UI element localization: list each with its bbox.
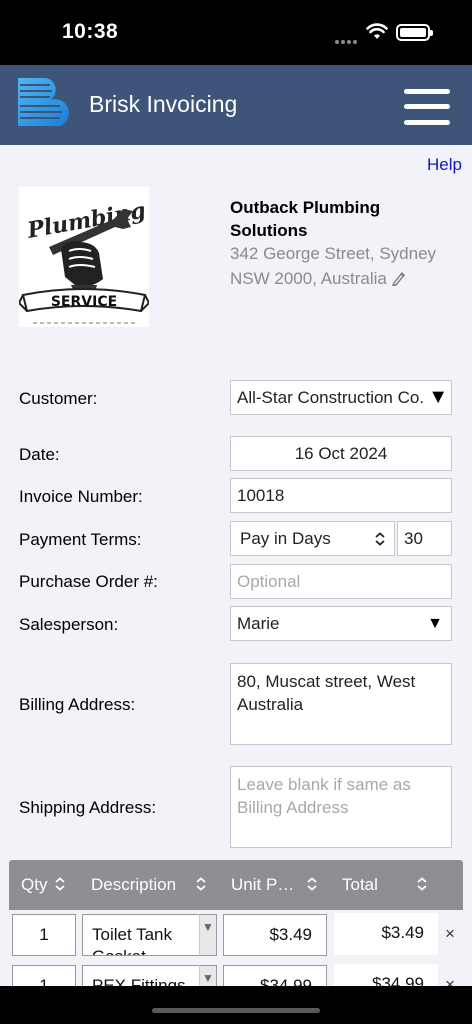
dropdown-arrow-icon: ▼ (427, 615, 443, 632)
invoice-form: Help Plumbing SERVICE Outback Plumbing S… (0, 145, 472, 986)
wifi-icon (366, 23, 388, 39)
updown-chevron-icon (375, 532, 385, 546)
salesperson-select[interactable]: Marie ▼ (230, 606, 452, 641)
date-field[interactable]: 16 Oct 2024 (230, 436, 452, 471)
app-header: Brisk Invoicing (0, 65, 472, 145)
salesperson-value: Marie (237, 614, 280, 633)
company-address-line2-wrap: NSW 2000, Australia (230, 266, 460, 291)
row1-qty-field[interactable]: 1 (12, 914, 76, 956)
column-header-unit-price[interactable]: Unit P… (231, 875, 294, 895)
payment-terms-label: Payment Terms: (19, 530, 142, 549)
purchase-order-label: Purchase Order #: (19, 572, 158, 591)
customer-label: Customer: (19, 389, 98, 408)
row2-description-dropdown-icon[interactable]: ▼ (199, 965, 217, 986)
home-indicator-area (0, 986, 472, 1024)
help-link[interactable]: Help (427, 155, 462, 175)
row2-qty-field[interactable]: 1 (12, 965, 76, 986)
sort-icon (55, 877, 65, 891)
row2-description-field[interactable]: PEX Fittings (82, 965, 217, 986)
row1-remove-icon[interactable]: × (445, 924, 455, 944)
brand-logo-icon (18, 78, 69, 126)
plumbing-service-logo-icon: Plumbing SERVICE (17, 198, 151, 324)
row2-remove-icon[interactable]: × (445, 975, 455, 986)
svg-text:SERVICE: SERVICE (51, 294, 117, 310)
company-name[interactable]: Outback Plumbing Solutions (230, 196, 460, 242)
status-bar: 10:38 (0, 0, 472, 65)
row1-total: $3.49 (334, 913, 438, 955)
billing-address-field[interactable]: 80, Muscat street, West Australia (230, 663, 452, 745)
column-header-description[interactable]: Description (91, 875, 176, 895)
payment-terms-select[interactable]: Pay in Days (230, 521, 395, 556)
date-label: Date: (19, 445, 60, 464)
salesperson-label: Salesperson: (19, 615, 119, 634)
customer-value: All-Star Construction Co. (237, 388, 425, 407)
row1-description-field[interactable]: Toilet Tank Gasket (82, 914, 217, 956)
dropdown-arrow-icon: ▼ (428, 386, 448, 408)
row1-description-dropdown-icon[interactable]: ▼ (199, 914, 217, 956)
customer-select[interactable]: All-Star Construction Co. ▼ (230, 380, 452, 415)
row2-total: $34.99 (334, 964, 438, 986)
sort-icon (417, 877, 427, 891)
payment-days-field[interactable]: 30 (397, 521, 452, 556)
shipping-address-label: Shipping Address: (19, 798, 157, 817)
hamburger-menu-icon[interactable] (404, 89, 450, 125)
purchase-order-field[interactable]: Optional (230, 564, 452, 599)
column-header-total[interactable]: Total (342, 875, 378, 895)
sort-icon (196, 877, 206, 891)
company-address-line2: NSW 2000, Australia (230, 269, 387, 288)
row2-unit-price-field[interactable]: $34.99 (223, 965, 327, 986)
status-time: 10:38 (62, 20, 119, 43)
home-indicator[interactable] (152, 1008, 320, 1013)
billing-address-label: Billing Address: (19, 695, 136, 714)
row1-unit-price-field[interactable]: $3.49 (223, 914, 327, 956)
company-address-line1: 342 George Street, Sydney (230, 244, 437, 263)
invoice-number-label: Invoice Number: (19, 487, 143, 506)
app-title: Brisk Invoicing (89, 91, 238, 117)
sort-icon (307, 877, 317, 891)
column-header-qty[interactable]: Qty (21, 875, 47, 895)
company-logo[interactable]: Plumbing SERVICE (17, 187, 151, 327)
items-table-header: Qty Description Unit P… Total (9, 860, 463, 910)
invoice-number-field[interactable]: 10018 (230, 478, 452, 513)
payment-terms-value: Pay in Days (240, 529, 331, 548)
company-address[interactable]: 342 George Street, Sydney NSW 2000, Aust… (230, 241, 460, 291)
shipping-address-field[interactable]: Leave blank if same as Billing Address (230, 766, 452, 848)
battery-icon (396, 24, 433, 41)
pencil-edit-icon[interactable] (391, 270, 405, 286)
cellular-signal-icon (335, 31, 359, 49)
